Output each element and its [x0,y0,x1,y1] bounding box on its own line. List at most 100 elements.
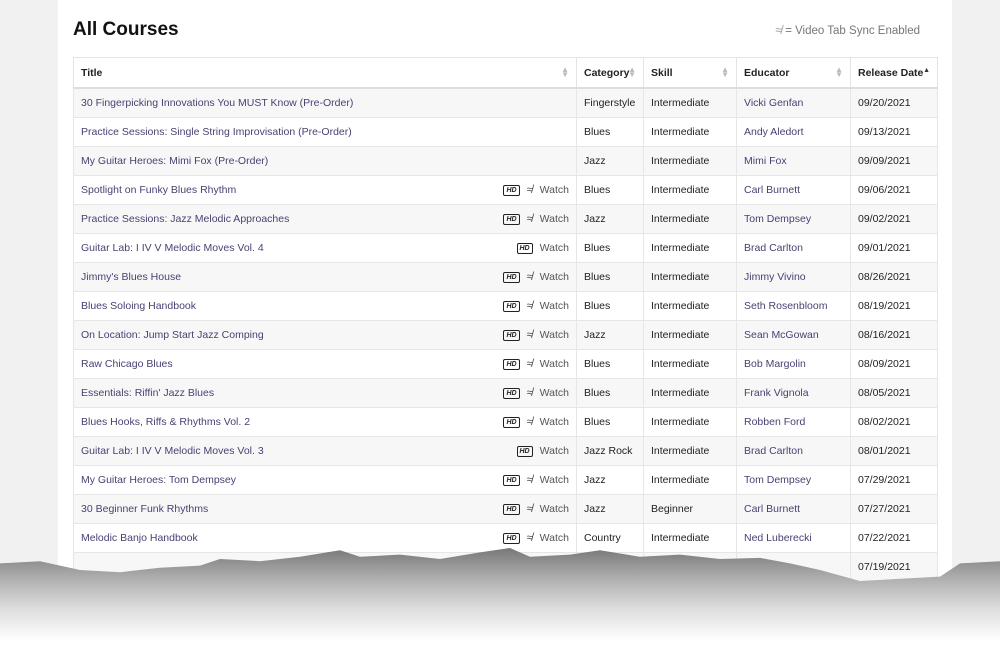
educator-link[interactable]: Vicki Genfan [744,97,803,109]
category-cell: Jazz [576,320,644,350]
course-title-link[interactable]: Melodic Banjo Handbook [81,532,198,544]
title-cell-content: Guitar Lab: I IV V Melodic Moves Vol. 4 H… [81,242,569,254]
educator-link[interactable]: Brad Carlton [744,445,803,457]
educator-link[interactable]: Brad Carlton [744,242,803,254]
educator-cell: Ned Luberecki [736,523,851,553]
release-date-cell: 09/20/2021 [850,87,938,118]
watch-link[interactable]: Watch [540,416,569,428]
educator-cell: Jimmy Vivino [736,262,851,292]
educator-link[interactable]: Mimi Fox [744,155,787,167]
release-date-cell: 09/13/2021 [850,117,938,147]
sync-icon: ≉ [526,213,533,225]
course-title-link[interactable]: Blues Soloing Handbook [81,300,196,312]
watch-link[interactable]: Watch [540,532,569,544]
course-extras: HD ≉ Watch [503,184,569,196]
course-title-link[interactable]: Guitar Lab: I IV V Melodic Moves Vol. 4 [81,242,264,254]
educator-link[interactable]: Sean McGowan [744,329,819,341]
course-title-link[interactable]: My Guitar Heroes: Tom Dempsey [81,474,236,486]
course-extras: HD ≉ Watch [503,387,569,399]
educator-cell: Tom Dempsey [736,204,851,234]
educator-cell: Carl Burnett [736,494,851,524]
course-title-link[interactable]: Jimmy's Blues House [81,271,181,283]
column-header-release-date[interactable]: Release Date ▲ [850,57,938,89]
column-header-label: Skill [651,66,673,79]
course-title-link[interactable]: On Location: Jump Start Jazz Comping [81,329,264,341]
educator-cell: Seth Rosenbloom [736,291,851,321]
watch-link[interactable]: Watch [540,503,569,515]
educator-link[interactable]: Carl Burnett [744,503,800,515]
title-cell-content: Blues Hooks, Riffs & Rhythms Vol. 2 HD ≉ Wa… [81,416,569,428]
category-cell: Jazz [576,146,644,176]
hd-badge: HD [503,474,520,486]
category-cell: Blues [576,175,644,205]
column-header-skill[interactable]: Skill ▲ ▼ [643,57,737,89]
course-title-link[interactable]: Raw Chicago Blues [81,358,173,370]
educator-link[interactable]: Robben Ford [744,416,805,428]
skill-cell: Intermediate [643,117,737,147]
hd-badge: HD [503,503,520,515]
title-cell: On Location: Jump Start Jazz Comping HD ≉ W… [73,320,577,350]
course-title-link[interactable]: Guitar Lab: I IV V Melodic Moves Vol. 3 [81,445,264,457]
educator-cell: Brad Carlton [736,436,851,466]
title-cell: Spotlight on Funky Blues Rhythm HD ≉ Watch [73,175,577,205]
skill-cell: Intermediate [643,233,737,263]
column-header-category[interactable]: Category ▲ ▼ [576,57,644,89]
column-header-educator[interactable]: Educator ▲ ▼ [736,57,851,89]
skill-cell: Intermediate [643,436,737,466]
release-date-cell: 09/09/2021 [850,146,938,176]
category-cell: Blues [576,262,644,292]
course-title-link[interactable]: 30 Fingerpicking Innovations You MUST Kn… [81,97,353,109]
watch-link[interactable]: Watch [540,387,569,399]
sort-icon: ▲ ▼ [835,65,843,79]
educator-link[interactable]: Jimmy Vivino [744,271,806,283]
educator-cell: Carl Burnett [736,175,851,205]
column-header-title[interactable]: Title ▲ ▼ [73,57,577,89]
watch-link[interactable]: Watch [540,271,569,283]
educator-cell: Vicki Genfan [736,87,851,118]
course-title-link[interactable]: Blues Hooks, Riffs & Rhythms Vol. 2 [81,416,250,428]
course-title-link[interactable]: My Guitar Heroes: Mimi Fox (Pre-Order) [81,155,268,167]
sort-icon: ▲ ▼ [721,65,729,79]
release-date-cell: 07/29/2021 [850,465,938,495]
course-title-link[interactable]: Practice Sessions: Single String Improvi… [81,126,352,138]
release-date-cell: 08/01/2021 [850,436,938,466]
watch-link[interactable]: Watch [540,300,569,312]
sync-icon: ≉ [526,184,533,196]
table-row: Practice Sessions: Single String Improvi… [73,117,938,147]
educator-link[interactable]: Andy Aledort [744,126,804,138]
educator-link[interactable]: Tom Dempsey [744,474,811,486]
category-cell: Jazz Rock [576,436,644,466]
educator-link[interactable]: Ned Luberecki [744,532,812,544]
educator-link[interactable]: Carl Burnett [744,184,800,196]
educator-link[interactable]: Tom Dempsey [744,213,811,225]
sort-icon: ▲ ▼ [561,65,569,79]
watch-link[interactable]: Watch [540,213,569,225]
table-row: My Guitar Heroes: Mimi Fox (Pre-Order) Ja… [73,146,938,176]
watch-link[interactable]: Watch [540,358,569,370]
educator-link[interactable]: Seth Rosenbloom [744,300,827,312]
hd-badge: HD [503,387,520,399]
table-row: On Location: Jump Start Jazz Comping HD ≉ W… [73,320,938,350]
course-title-link[interactable]: Practice Sessions: Jazz Melodic Approach… [81,213,289,225]
course-title-link[interactable]: 30 Beginner Funk Rhythms [81,503,208,515]
hd-badge: HD [516,445,533,457]
column-header-label: Educator [744,66,790,79]
skill-cell: Intermediate [643,523,737,553]
table-row: Raw Chicago Blues HD ≉ Watch Blues Intermedia… [73,349,938,379]
title-cell-content: My Guitar Heroes: Tom Dempsey HD ≉ Watch [81,474,569,486]
educator-link[interactable]: Bob Margolin [744,358,806,370]
educator-link[interactable]: Frank Vignola [744,387,809,399]
watch-link[interactable]: Watch [540,184,569,196]
course-title-link[interactable]: Spotlight on Funky Blues Rhythm [81,184,236,196]
table-row: Melodic Banjo Handbook HD ≉ Watch Country Int… [73,523,938,553]
title-cell-content: Melodic Banjo Handbook HD ≉ Watch [81,532,569,544]
title-cell: Essentials: Riffin' Jazz Blues HD ≉ Watch [73,378,577,408]
educator-cell: Frank Vignola [736,378,851,408]
table-header-row: Title ▲ ▼ Category ▲ ▼ Skill ▲ ▼ Educator ▲ ▼ Releas… [73,57,938,89]
watch-link[interactable]: Watch [540,242,569,254]
watch-link[interactable]: Watch [540,474,569,486]
watch-link[interactable]: Watch [540,329,569,341]
watch-link[interactable]: Watch [540,445,569,457]
release-date-cell: 09/01/2021 [850,233,938,263]
course-title-link[interactable]: Essentials: Riffin' Jazz Blues [81,387,214,399]
